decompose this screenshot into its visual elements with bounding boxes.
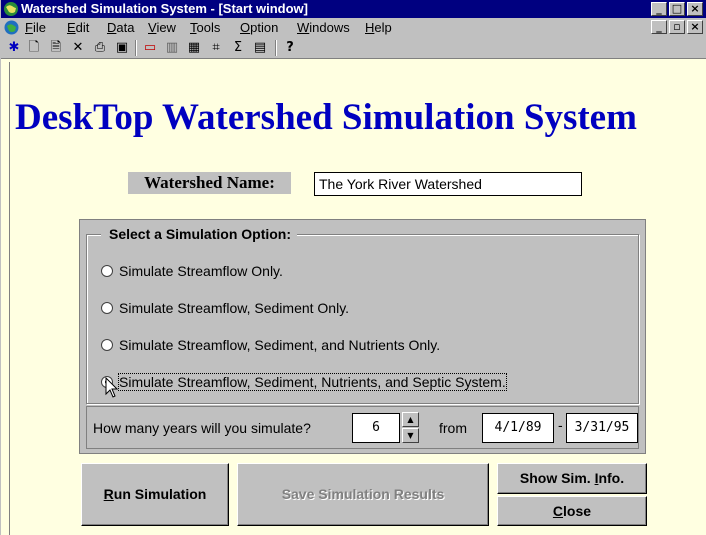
end-date-input[interactable]: 3/31/95 [566,413,638,443]
option-label: Simulate Streamflow, Sediment, and Nutri… [119,337,441,353]
simulation-panel: Select a Simulation Option: Simulate Str… [79,219,646,454]
menu-bar: File Edit Data View Tools Option Windows… [1,18,706,37]
menu-windows[interactable]: Windows [297,18,350,37]
toolbar-separator [135,40,137,56]
toolbar-separator [275,40,277,56]
menu-file[interactable]: File [25,18,46,37]
window-title: Watershed Simulation System - [Start win… [21,1,308,16]
date-range-dash: - [558,417,563,433]
close-window-button[interactable]: × [687,2,703,16]
network-icon[interactable]: ⌗ [207,40,225,56]
title-bar[interactable]: Watershed Simulation System - [Start win… [1,0,706,18]
delete-icon[interactable]: ✕ [69,40,87,56]
years-row: How many years will you simulate? 6 ▲ ▼ … [86,406,639,449]
run-simulation-button[interactable]: Run Simulation [81,463,229,526]
group-title: Select a Simulation Option: [101,225,298,243]
option-streamflow-sediment-nutrients-septic[interactable]: Simulate Streamflow, Sediment, Nutrients… [101,372,507,392]
minimize-button[interactable]: _ [651,2,667,16]
start-date-input[interactable]: 4/1/89 [482,413,554,443]
radio-button[interactable] [101,302,113,315]
window-icon[interactable]: ▣ [113,40,131,56]
menu-tools[interactable]: Tools [190,18,220,37]
run-icon[interactable]: ✱ [5,40,23,56]
chart-icon[interactable]: ▥ [163,40,181,56]
print-icon[interactable]: ⎙ [91,40,109,56]
maximize-button[interactable]: □ [669,2,685,16]
option-label: Simulate Streamflow Only. [119,263,283,279]
doc-close-button[interactable]: × [687,20,703,34]
help-icon[interactable]: ? [281,40,299,56]
option-label: Simulate Streamflow, Sediment, Nutrients… [118,373,507,391]
new-document-icon[interactable]: 🗋 [25,40,43,56]
years-input[interactable]: 6 [352,413,400,443]
grid-icon[interactable]: ▦ [185,40,203,56]
app-window: Watershed Simulation System - [Start win… [0,0,706,535]
simulation-option-group: Select a Simulation Option: Simulate Str… [86,225,639,404]
doc-restore-button[interactable]: ▫ [669,20,685,34]
save-simulation-results-button[interactable]: Save Simulation Results [237,463,489,526]
document-globe-icon[interactable] [3,19,20,36]
watershed-name-input[interactable]: The York River Watershed [314,172,582,196]
option-streamflow-sediment-nutrients[interactable]: Simulate Streamflow, Sediment, and Nutri… [101,335,440,355]
table-icon[interactable]: ▤ [251,40,269,56]
menu-edit[interactable]: Edit [67,18,89,37]
toolbar: ✱ 🗋 🗎 ✕ ⎙ ▣ ▭ ▥ ▦ ⌗ Σ ▤ ? [1,37,706,59]
years-question: How many years will you simulate? [93,420,311,436]
menu-view[interactable]: View [148,18,176,37]
radio-button[interactable] [101,339,113,352]
doc-minimize-button[interactable]: _ [651,20,667,34]
show-sim-info-button[interactable]: Show Sim. Info. [497,463,647,494]
close-button[interactable]: Close [497,496,647,526]
radio-button[interactable] [101,265,113,278]
menu-option[interactable]: Option [240,18,278,37]
open-document-icon[interactable]: 🗎 [47,40,65,56]
watershed-name-label: Watershed Name: [128,172,291,194]
globe-icon [4,2,18,16]
menu-help[interactable]: Help [365,18,392,37]
from-label: from [439,420,467,436]
spin-down-button[interactable]: ▼ [402,428,419,443]
map-icon[interactable]: ▭ [141,40,159,56]
spin-up-button[interactable]: ▲ [402,412,419,427]
option-streamflow-sediment[interactable]: Simulate Streamflow, Sediment Only. [101,298,349,318]
sum-icon[interactable]: Σ [229,40,247,56]
menu-data[interactable]: Data [107,18,134,37]
mouse-pointer-icon [105,377,119,398]
option-streamflow[interactable]: Simulate Streamflow Only. [101,261,283,281]
page-title: DeskTop Watershed Simulation System [15,97,637,138]
window-left-border [9,62,10,535]
option-label: Simulate Streamflow, Sediment Only. [119,300,350,316]
